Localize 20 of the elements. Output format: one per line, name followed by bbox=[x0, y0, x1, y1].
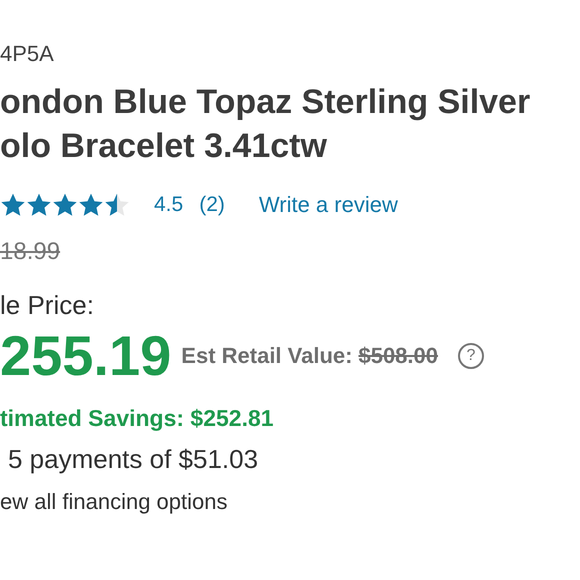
product-sku: 4P5A bbox=[0, 40, 54, 68]
star-icon bbox=[52, 192, 78, 218]
original-price: 18.99 bbox=[0, 238, 60, 266]
star-icon bbox=[26, 192, 52, 218]
star-icon bbox=[0, 192, 26, 218]
product-title: ondon Blue Topaz Sterling Silver bbox=[0, 82, 530, 123]
star-icon bbox=[104, 192, 130, 218]
payment-plan: 5 payments of $51.03 bbox=[7, 444, 258, 475]
product-title: olo Bracelet 3.41ctw bbox=[0, 126, 328, 167]
financing-link[interactable]: ew all financing options bbox=[0, 489, 228, 515]
estimated-savings: timated Savings: $252.81 bbox=[0, 405, 274, 432]
write-review-link[interactable]: Write a review bbox=[258, 192, 398, 218]
star-icon bbox=[78, 192, 104, 218]
retail-value-label: Est Retail Value: bbox=[181, 343, 352, 369]
help-button[interactable]: ? bbox=[458, 343, 484, 369]
sale-price-label: le Price: bbox=[0, 290, 94, 321]
sale-price: 255.19 bbox=[0, 323, 172, 389]
rating-score: 4.5 bbox=[154, 193, 184, 217]
retail-value: $508.00 bbox=[358, 343, 438, 369]
review-count: (2) bbox=[199, 193, 225, 217]
